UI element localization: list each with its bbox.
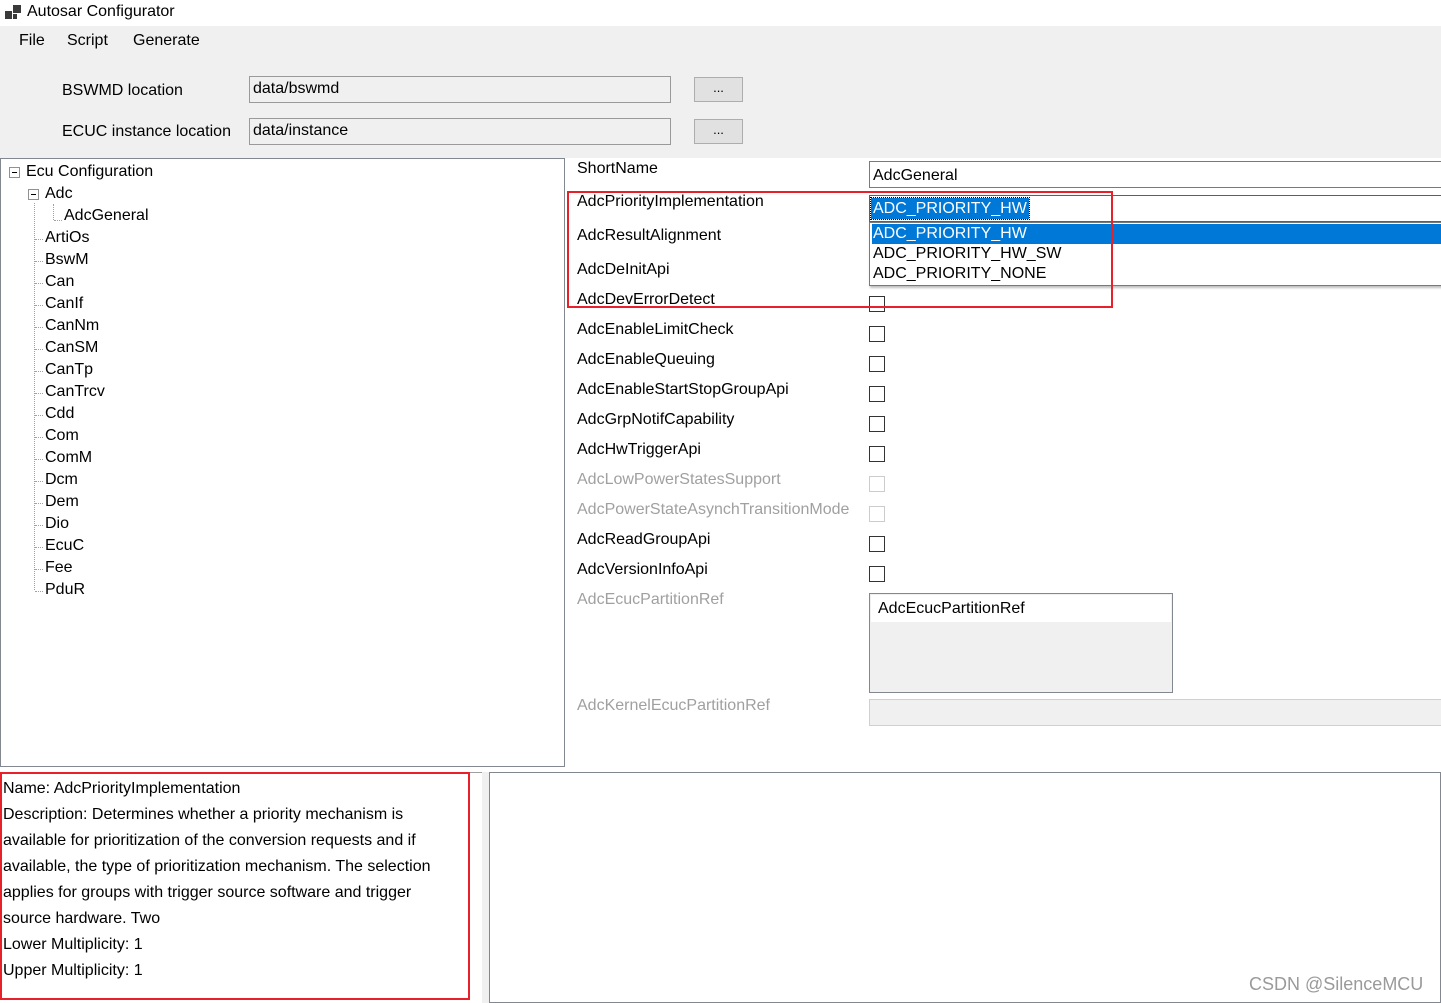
tree-node-cantrcv[interactable]: CanTrcv: [45, 383, 105, 401]
title-bar: [0, 0, 1441, 26]
tree-connector: [35, 547, 43, 548]
tree-connector: [35, 415, 43, 416]
tree-node-cannm[interactable]: CanNm: [45, 317, 99, 335]
shortname-label: ShortName: [577, 160, 658, 177]
tree-connector-vertical-adc: [53, 204, 54, 220]
tree-connector: [35, 591, 43, 592]
property-checkbox: [869, 476, 885, 492]
bswmd-browse-button[interactable]: ...: [694, 77, 743, 102]
tree-node-dcm[interactable]: Dcm: [45, 471, 78, 489]
collapse-icon[interactable]: [28, 189, 39, 200]
tree-node-cantp[interactable]: CanTp: [45, 361, 93, 379]
property-checkbox[interactable]: [869, 356, 885, 372]
tree-node-cansm[interactable]: CanSM: [45, 339, 98, 357]
ecuc-partition-ref-label: AdcEcucPartitionRef: [577, 591, 724, 608]
tree-node-canif[interactable]: CanIf: [45, 295, 83, 313]
tree-node-ecu-configuration[interactable]: Ecu Configuration: [26, 163, 153, 181]
menu-script[interactable]: Script: [67, 32, 108, 50]
tree-connector: [35, 261, 43, 262]
annotation-highlight-box: [0, 772, 470, 1000]
tree-node-dio[interactable]: Dio: [45, 515, 69, 533]
property-label: AdcLowPowerStatesSupport: [577, 471, 781, 488]
tree-connector: [35, 393, 43, 394]
ecuc-partition-ref-list[interactable]: AdcEcucPartitionRef: [869, 593, 1173, 693]
tree-connector: [35, 481, 43, 482]
ecuc-location-input[interactable]: data/instance: [249, 118, 671, 145]
property-checkbox: [869, 506, 885, 522]
property-checkbox[interactable]: [869, 446, 885, 462]
property-label: AdcPowerStateAsynchTransitionMode: [577, 501, 850, 518]
tree-node-fee[interactable]: Fee: [45, 559, 73, 577]
kernel-ecuc-partition-ref-label: AdcKernelEcucPartitionRef: [577, 697, 770, 714]
property-checkbox[interactable]: [869, 326, 885, 342]
window-title: Autosar Configurator: [27, 3, 175, 20]
panel-splitter[interactable]: [482, 772, 489, 1003]
app-window-icon: [5, 5, 21, 19]
tree-node-comm[interactable]: ComM: [45, 449, 92, 467]
property-checkbox[interactable]: [869, 416, 885, 432]
ecuc-browse-button[interactable]: ...: [694, 119, 743, 144]
tree-node-can[interactable]: Can: [45, 273, 74, 291]
tree-connector: [35, 503, 43, 504]
property-label: AdcEnableStartStopGroupApi: [577, 381, 789, 398]
property-checkbox[interactable]: [869, 536, 885, 552]
menu-file[interactable]: File: [19, 32, 45, 50]
tree-connector: [35, 569, 43, 570]
tree-connector: [35, 239, 43, 240]
output-panel: [489, 772, 1441, 1003]
property-label: AdcGrpNotifCapability: [577, 411, 735, 428]
tree-node-adcgeneral[interactable]: AdcGeneral: [64, 207, 149, 225]
property-label: AdcVersionInfoApi: [577, 561, 708, 578]
tree-connector: [35, 283, 43, 284]
tree-node-dem[interactable]: Dem: [45, 493, 79, 511]
bswmd-location-label: BSWMD location: [62, 82, 183, 99]
annotation-highlight-box: [567, 191, 1113, 308]
tree-node-cdd[interactable]: Cdd: [45, 405, 74, 423]
tree-connector: [35, 525, 43, 526]
tree-connector-adcgeneral: [54, 220, 62, 221]
property-label: AdcReadGroupApi: [577, 531, 711, 548]
tree-node-bswm[interactable]: BswM: [45, 251, 89, 269]
tree-node-pdur[interactable]: PduR: [45, 581, 85, 599]
tree-connector: [35, 349, 43, 350]
list-item[interactable]: AdcEcucPartitionRef: [871, 595, 1171, 622]
property-checkbox[interactable]: [869, 566, 885, 582]
property-checkbox[interactable]: [869, 386, 885, 402]
property-label: AdcEnableLimitCheck: [577, 321, 734, 338]
collapse-icon[interactable]: [9, 167, 20, 178]
tree-node-artios[interactable]: ArtiOs: [45, 229, 89, 247]
kernel-ecuc-partition-ref-field: [869, 699, 1441, 726]
tree-connector: [35, 371, 43, 372]
bswmd-location-input[interactable]: data/bswmd: [249, 76, 671, 103]
shortname-input[interactable]: AdcGeneral: [869, 161, 1441, 188]
watermark: CSDN @SilenceMCU: [1249, 974, 1424, 994]
tree-connector: [35, 437, 43, 438]
tree-node-adc[interactable]: Adc: [45, 185, 73, 203]
tree-connector: [35, 327, 43, 328]
property-label: AdcEnableQueuing: [577, 351, 715, 368]
tree-node-ecuc[interactable]: EcuC: [45, 537, 84, 555]
tree-connector: [35, 459, 43, 460]
menu-generate[interactable]: Generate: [133, 32, 200, 50]
tree-connector: [35, 305, 43, 306]
property-label: AdcHwTriggerApi: [577, 441, 701, 458]
tree-node-com[interactable]: Com: [45, 427, 79, 445]
ecuc-location-label: ECUC instance location: [62, 123, 231, 140]
